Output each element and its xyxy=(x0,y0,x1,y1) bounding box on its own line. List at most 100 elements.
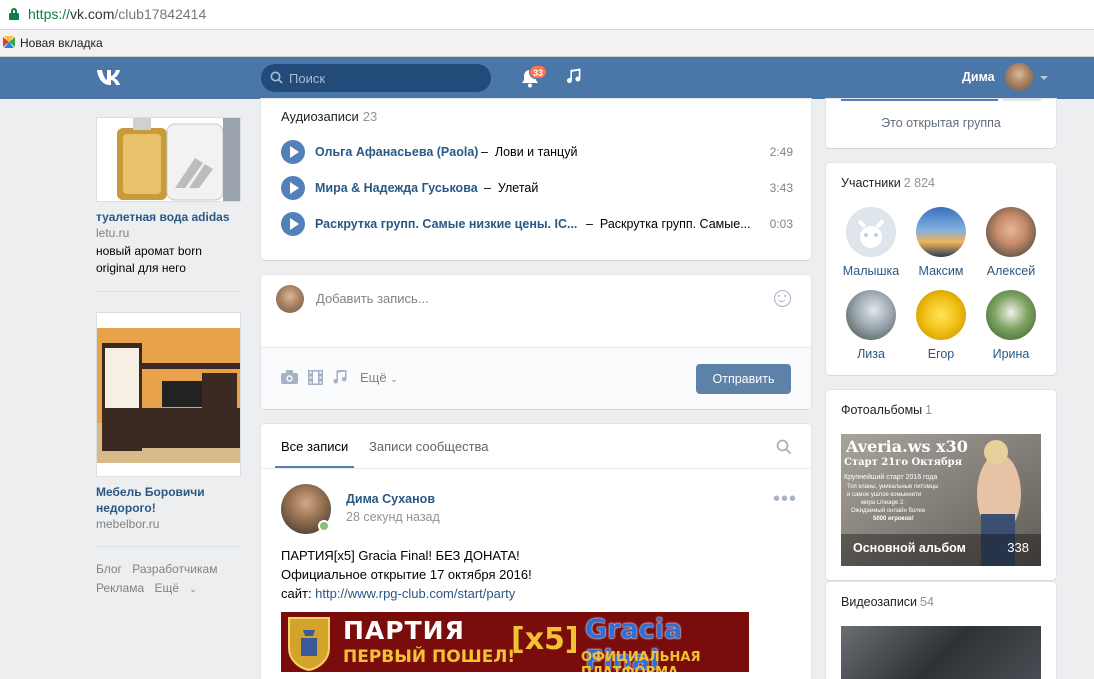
post-input[interactable]: Добавить запись... xyxy=(316,291,429,306)
album-cover-text: мира Lineage 2. xyxy=(861,500,905,506)
divider xyxy=(96,546,241,547)
track-duration: 3:43 xyxy=(769,181,793,195)
vk-header: 33 Дима xyxy=(0,57,1094,99)
track-title: – Раскрутка групп. Самые... xyxy=(586,217,751,231)
emoji-icon[interactable] xyxy=(774,290,791,307)
banner-platform: ОФИЦИАЛЬНАЯ ПЛАТФОРМА xyxy=(581,650,701,672)
camera-icon[interactable] xyxy=(281,370,298,384)
member-item[interactable]: Ирина xyxy=(976,290,1046,361)
album-cover-text: 5000 игроков! xyxy=(873,516,914,522)
member-name: Алексей xyxy=(986,264,1036,278)
online-indicator xyxy=(318,520,330,532)
avatar xyxy=(846,290,896,340)
avatar xyxy=(986,207,1036,257)
more-options-icon[interactable]: ••• xyxy=(773,489,797,509)
bookmarks-bar: Новая вкладка xyxy=(0,30,1094,57)
member-item[interactable]: Малышка xyxy=(836,207,906,278)
wall: Все записи Записи сообщества Дима Сухано… xyxy=(261,424,811,679)
track-artist[interactable]: Мира & Надежда Гуськова xyxy=(315,181,478,195)
post-author[interactable]: Дима Суханов xyxy=(346,492,435,506)
member-item[interactable]: Алексей xyxy=(976,207,1046,278)
footer-link-more[interactable]: Ещё ⌄ xyxy=(154,581,203,595)
music-icon[interactable] xyxy=(565,67,585,87)
user-name[interactable]: Дима xyxy=(962,70,995,84)
track-title: – Лови и танцуй xyxy=(481,145,578,159)
join-button-edge[interactable] xyxy=(841,99,998,101)
new-tab-icon xyxy=(3,36,15,48)
videos-heading[interactable]: Видеозаписи 54 xyxy=(841,595,934,609)
footer-links: Блог Разработчикам Реклама Ещё ⌄ xyxy=(96,560,241,599)
album-cover-caption: Крупнейший старт 2016 года xyxy=(844,474,938,481)
audio-block: Аудиозаписи 23 Ольга Афанасьева (Paola) –… xyxy=(261,99,811,260)
track-title: – Улетай xyxy=(484,181,539,195)
url-text[interactable]: https://vk.com/club17842414 xyxy=(28,6,206,22)
ad-image-adidas[interactable] xyxy=(96,117,241,202)
avatar xyxy=(916,290,966,340)
member-name: Ирина xyxy=(992,347,1030,361)
member-item[interactable]: Максим xyxy=(906,207,976,278)
play-icon[interactable] xyxy=(281,176,305,200)
avatar xyxy=(986,290,1036,340)
more-button-edge[interactable] xyxy=(1003,99,1041,101)
ad-domain: letu.ru xyxy=(96,226,130,240)
footer-link-developers[interactable]: Разработчикам xyxy=(132,562,217,576)
play-icon[interactable] xyxy=(281,212,305,236)
member-item[interactable]: Лиза xyxy=(836,290,906,361)
music-icon[interactable] xyxy=(333,370,348,386)
member-item[interactable]: Егор xyxy=(906,290,976,361)
videos-block: Видеозаписи 54 xyxy=(826,582,1056,679)
send-button[interactable]: Отправить xyxy=(696,364,791,394)
footer-link-blog[interactable]: Блог xyxy=(96,562,122,576)
bookmark-new-tab[interactable]: Новая вкладка xyxy=(20,36,103,50)
footer-link-ads[interactable]: Реклама xyxy=(96,581,144,595)
search-icon[interactable] xyxy=(776,439,792,455)
active-tab-indicator xyxy=(275,466,354,468)
video-icon[interactable] xyxy=(308,370,323,385)
photos-heading[interactable]: Фотоальбомы 1 xyxy=(841,403,932,417)
ad-image-furniture[interactable] xyxy=(96,312,241,477)
track-artist[interactable]: Ольга Афанасьева (Paola) xyxy=(315,145,478,159)
post-composer: Добавить запись... Ещё ⌄ Отправить xyxy=(261,275,811,409)
track-duration: 2:49 xyxy=(769,145,793,159)
ad-title[interactable]: туалетная вода adidas xyxy=(96,209,241,225)
members-block: Участники 2 824 Малышка Максим Алексей Ли… xyxy=(826,163,1056,375)
chevron-down-icon: ⌄ xyxy=(189,584,197,594)
divider xyxy=(96,291,241,292)
search-input[interactable] xyxy=(289,64,484,92)
track-artist[interactable]: Раскрутка групп. Самые низкие цены. IC..… xyxy=(315,217,577,231)
audio-track[interactable]: Мира & Надежда Гуськова – Улетай 3:43 xyxy=(281,175,793,201)
play-icon[interactable] xyxy=(281,140,305,164)
member-name: Максим xyxy=(918,264,964,278)
ad-title[interactable]: Мебель Боровичи недорого! xyxy=(96,484,241,516)
tab-community-posts[interactable]: Записи сообщества xyxy=(369,439,489,454)
photo-album[interactable]: Averia.ws x30 Старт 21го Октября Крупней… xyxy=(841,434,1041,566)
photo-albums-block: Фотоальбомы 1 Averia.ws x30 Старт 21го Ок… xyxy=(826,390,1056,580)
notifications-badge: 33 xyxy=(529,65,548,79)
album-count: 338 xyxy=(1007,540,1029,555)
video-thumbnail[interactable] xyxy=(841,626,1041,679)
audio-heading[interactable]: Аудиозаписи 23 xyxy=(281,109,377,124)
banner-rate: [x5] xyxy=(511,622,579,657)
audio-track[interactable]: Ольга Афанасьева (Paola) – Лови и танцуй… xyxy=(281,139,793,165)
album-cover-text: Ожидаемый онлайн более xyxy=(851,508,926,514)
search-icon xyxy=(270,71,283,84)
vk-logo[interactable] xyxy=(96,67,130,87)
more-attachments-button[interactable]: Ещё ⌄ xyxy=(360,370,398,385)
post-date[interactable]: 28 секунд назад xyxy=(346,510,440,524)
browser-address-bar[interactable]: https://vk.com/club17842414 xyxy=(0,0,1094,30)
chevron-down-icon[interactable] xyxy=(1040,76,1048,80)
tab-all-posts[interactable]: Все записи xyxy=(281,439,348,454)
group-status: Это открытая группа xyxy=(881,116,1001,130)
avatar xyxy=(276,285,304,313)
avatar xyxy=(846,207,896,257)
user-avatar[interactable] xyxy=(1005,63,1033,91)
members-heading[interactable]: Участники 2 824 xyxy=(841,176,935,190)
audio-track[interactable]: Раскрутка групп. Самые низкие цены. IC..… xyxy=(281,211,793,237)
avatar xyxy=(916,207,966,257)
search-box[interactable] xyxy=(261,64,491,92)
post-banner-image[interactable]: ПАРТИЯ ПЕРВЫЙ ПОШЕЛ! [x5] Gracia Final О… xyxy=(281,612,749,672)
composer-toolbar: Ещё ⌄ Отправить xyxy=(261,347,811,409)
post-link[interactable]: http://www.rpg-club.com/start/party xyxy=(315,586,515,601)
lock-icon xyxy=(9,8,19,20)
album-cover-text: и самое ушлое комьюнити xyxy=(847,492,922,498)
